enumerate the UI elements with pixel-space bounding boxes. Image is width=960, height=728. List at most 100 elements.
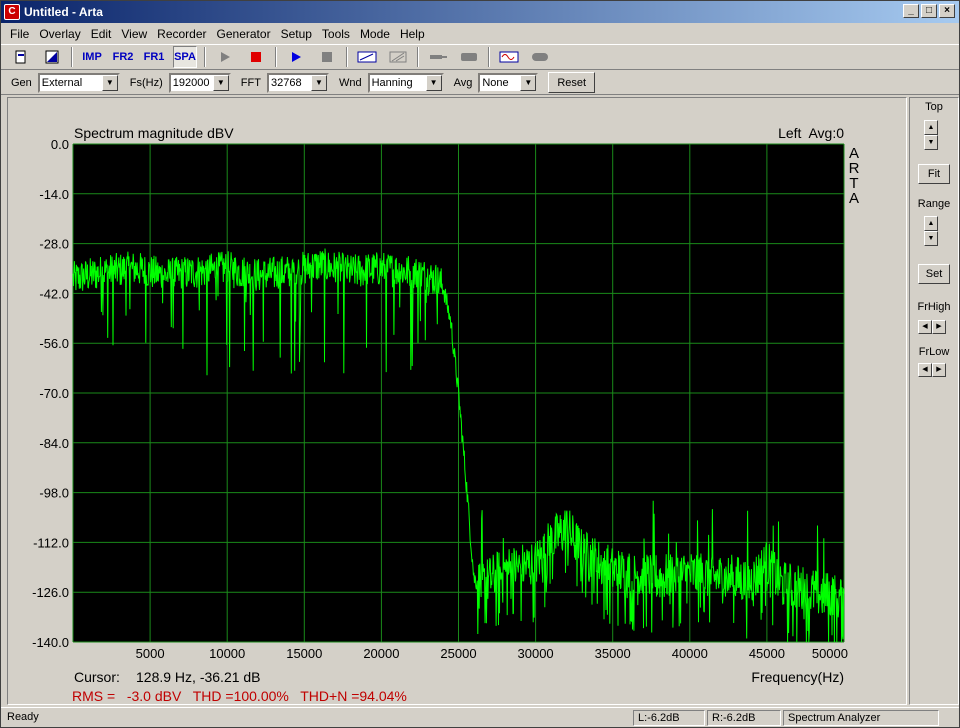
fft-select[interactable]: 32768 ▼	[266, 72, 329, 93]
gen-select[interactable]: External ▼	[37, 72, 120, 93]
maximize-button[interactable]: □	[921, 4, 937, 18]
toolbar-separator	[275, 47, 277, 67]
menu-mode[interactable]: Mode	[355, 27, 395, 41]
wnd-label: Wnd	[338, 76, 362, 89]
chevron-down-icon[interactable]: ▼	[212, 74, 229, 91]
imp-mode-button[interactable]: IMP	[80, 46, 104, 68]
x-tick-label: 40000	[672, 646, 708, 661]
status-left-level: L:-6.2dB	[633, 710, 705, 726]
fs-label: Fs(Hz)	[129, 76, 163, 89]
toolbar: IMP FR2 FR1 SPA	[1, 44, 959, 70]
menu-setup[interactable]: Setup	[276, 27, 317, 41]
cursor-value: 128.9 Hz, -36.21 dB	[136, 669, 261, 685]
y-tick-label: -14.0	[39, 187, 69, 202]
wnd-value: Hanning	[371, 76, 413, 89]
top-spinner[interactable]: ▲ ▼	[924, 120, 938, 150]
fr1-mode-button[interactable]: FR1	[142, 46, 166, 68]
spa-mode-button[interactable]: SPA	[173, 46, 197, 68]
chevron-down-icon[interactable]: ▼	[425, 74, 442, 91]
menu-recorder[interactable]: Recorder	[152, 27, 211, 41]
y-tick-label: -84.0	[39, 436, 69, 451]
x-tick-label: 50000	[812, 646, 848, 661]
chevron-left-icon[interactable]: ◀	[918, 320, 932, 334]
signal-edit-icon[interactable]	[355, 46, 379, 68]
stop-generator-icon[interactable]	[315, 46, 339, 68]
play-generator-icon[interactable]	[284, 46, 308, 68]
x-tick-label: 30000	[518, 646, 554, 661]
x-tick-label: 20000	[363, 646, 399, 661]
stop-record-icon[interactable]	[244, 46, 268, 68]
menu-tools[interactable]: Tools	[317, 27, 355, 41]
toolbar-separator	[417, 47, 419, 67]
reset-button[interactable]: Reset	[548, 72, 596, 93]
frlow-label: FrLow	[918, 346, 950, 358]
main-window: C Untitled - Arta _ □ × File Overlay Edi…	[0, 0, 960, 728]
chevron-right-icon[interactable]: ▶	[932, 320, 946, 334]
spectrum-chart[interactable]: 0.0 -14.0 -28.0 -42.0 -56.0 -70.0 -84.0 -98.0 -1…	[8, 98, 906, 704]
probe-icon[interactable]	[426, 46, 450, 68]
y-tick-label: -28.0	[39, 237, 69, 252]
fft-value: 32768	[270, 76, 302, 89]
menu-help[interactable]: Help	[395, 27, 430, 41]
fft-label: FFT	[240, 76, 261, 89]
fit-button[interactable]: Fit	[918, 164, 950, 184]
x-tick-label: 25000	[440, 646, 476, 661]
y-tick-label: -42.0	[39, 286, 69, 301]
y-tick-labels: 0.0 -14.0 -28.0 -42.0 -56.0 -70.0 -84.0 -98.0 -1…	[32, 137, 69, 650]
brand-letter-a2: A	[849, 190, 859, 207]
cursor-label: Cursor:	[74, 669, 120, 685]
play-icon[interactable]	[213, 46, 237, 68]
x-tick-label: 10000	[209, 646, 245, 661]
status-mode: Spectrum Analyzer	[783, 710, 939, 726]
status-bar: Ready L:-6.2dB R:-6.2dB Spectrum Analyze…	[1, 707, 959, 727]
generator-wave-icon[interactable]	[497, 46, 521, 68]
chevron-down-icon[interactable]: ▼	[924, 231, 938, 246]
x-axis-label: Frequency(Hz)	[751, 669, 844, 685]
minimize-button[interactable]: _	[903, 4, 919, 18]
overlay-icon[interactable]	[40, 46, 64, 68]
wnd-select[interactable]: Hanning ▼	[367, 72, 444, 93]
frlow-spinner[interactable]: ◀ ▶	[918, 363, 946, 377]
range-label: Range	[917, 198, 951, 210]
chevron-left-icon[interactable]: ◀	[918, 363, 932, 377]
chevron-down-icon[interactable]: ▼	[520, 74, 537, 91]
close-button[interactable]: ×	[939, 4, 955, 18]
fr2-mode-button[interactable]: FR2	[111, 46, 135, 68]
chevron-up-icon[interactable]: ▲	[924, 120, 938, 135]
x-tick-label: 5000	[136, 646, 165, 661]
toolbar-separator	[204, 47, 206, 67]
chevron-down-icon[interactable]: ▼	[924, 135, 938, 150]
set-button[interactable]: Set	[918, 264, 950, 284]
avg-value: None	[482, 76, 509, 89]
settings-pill-icon[interactable]	[528, 46, 552, 68]
fs-value: 192000	[172, 76, 210, 89]
y-tick-label: -112.0	[33, 535, 69, 550]
menu-view[interactable]: View	[116, 27, 152, 41]
avg-select[interactable]: None ▼	[478, 72, 539, 93]
gen-label: Gen	[11, 76, 32, 89]
chevron-down-icon[interactable]: ▼	[310, 74, 327, 91]
range-spinner[interactable]: ▲ ▼	[924, 216, 938, 246]
menu-generator[interactable]: Generator	[212, 27, 276, 41]
menu-bar: File Overlay Edit View Recorder Generato…	[1, 24, 959, 43]
frhigh-spinner[interactable]: ◀ ▶	[918, 320, 946, 334]
chevron-down-icon[interactable]: ▼	[101, 74, 118, 91]
arta-app-icon[interactable]: C	[4, 4, 20, 20]
chevron-right-icon[interactable]: ▶	[932, 363, 946, 377]
device-icon[interactable]	[457, 46, 481, 68]
menu-file[interactable]: File	[5, 27, 34, 41]
avg-label: Avg	[453, 76, 473, 89]
y-tick-label: -56.0	[39, 336, 69, 351]
fs-select[interactable]: 192000 ▼	[168, 72, 231, 93]
chart-title: Spectrum magnitude dBV	[74, 125, 234, 141]
new-file-icon[interactable]	[9, 46, 33, 68]
y-tick-label: 0.0	[51, 137, 69, 152]
y-tick-label: -126.0	[32, 585, 69, 600]
x-tick-label: 15000	[286, 646, 322, 661]
toolbar-separator	[346, 47, 348, 67]
menu-edit[interactable]: Edit	[86, 27, 117, 41]
menu-overlay[interactable]: Overlay	[34, 27, 85, 41]
grid-icon[interactable]	[386, 46, 410, 68]
chevron-up-icon[interactable]: ▲	[924, 216, 938, 231]
status-right-level: R:-6.2dB	[707, 710, 781, 726]
